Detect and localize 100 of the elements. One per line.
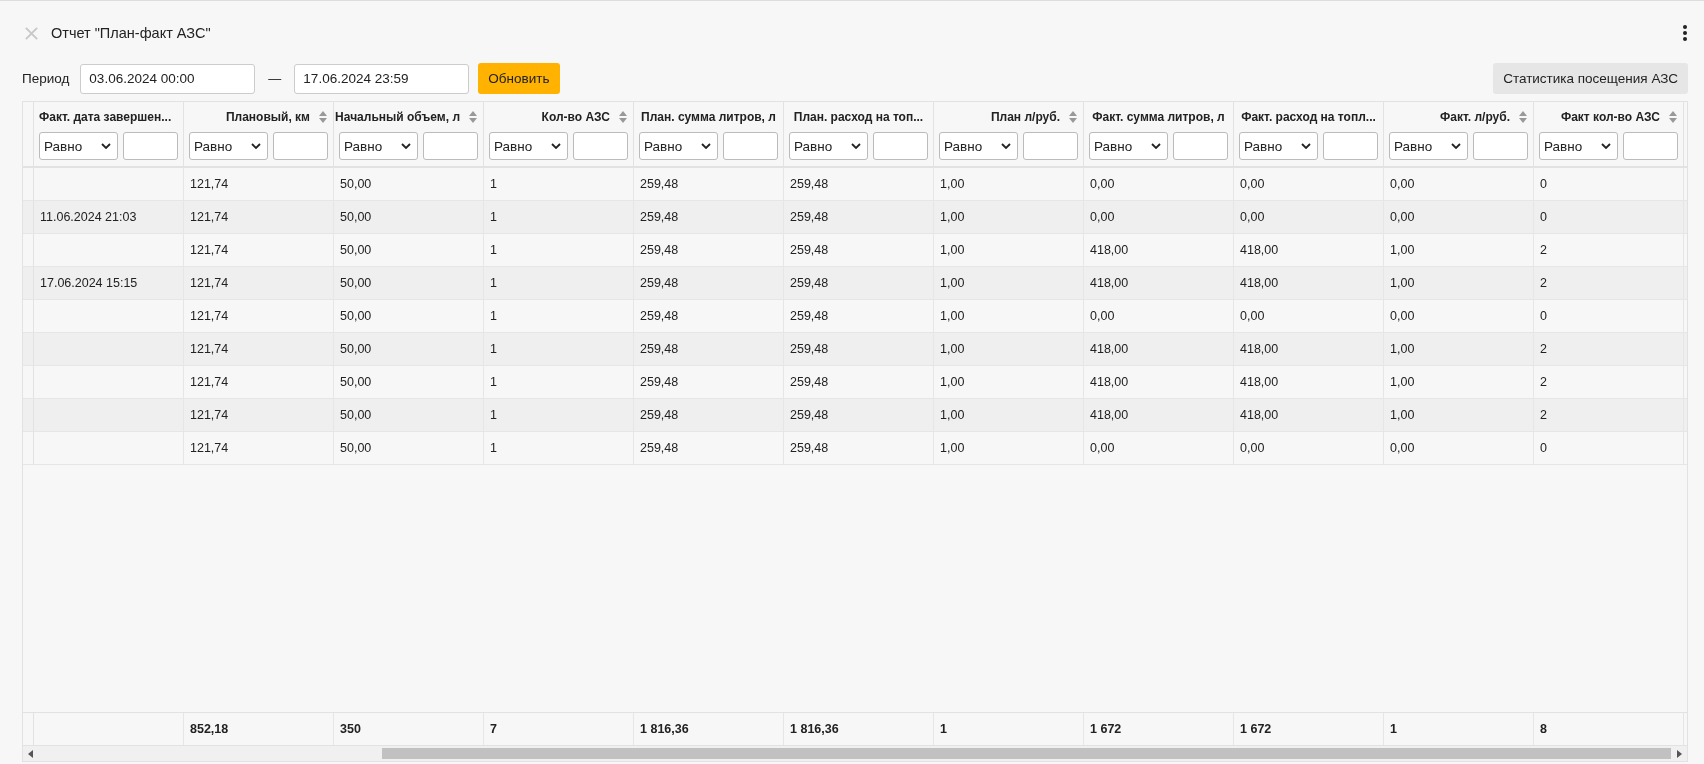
filter-input[interactable] (873, 132, 928, 160)
table-cell: 0 (1540, 309, 1547, 323)
filter-operator-select[interactable]: Равно (1539, 132, 1618, 160)
table-cell: 0,00 (1390, 177, 1415, 191)
table-cell: 0,00 (1390, 441, 1415, 455)
table-cell: 1,00 (1390, 276, 1415, 290)
filter-operator-select[interactable]: Равно (939, 132, 1018, 160)
filter-input[interactable] (723, 132, 778, 160)
filter-operator-select[interactable]: Равно (789, 132, 868, 160)
table-cell: 418,00 (1240, 276, 1279, 290)
table-cell: 418,00 (1240, 243, 1279, 257)
date-from-field[interactable]: 03.06.2024 00:00 (80, 63, 256, 94)
sort-icon[interactable] (469, 111, 477, 123)
close-icon[interactable] (24, 25, 39, 41)
table-cell: 259,48 (790, 177, 829, 191)
total-cell: 1 672 (1240, 722, 1272, 736)
refresh-button[interactable]: Обновить (478, 63, 560, 94)
chevron-down-icon[interactable] (1301, 143, 1311, 149)
filter-input[interactable] (1173, 132, 1228, 160)
column-header[interactable]: План. сумма литров, л (641, 110, 776, 124)
filter-input[interactable] (1623, 132, 1678, 160)
total-cell: 1 816,36 (640, 722, 689, 736)
table-cell: 1,00 (940, 177, 965, 191)
filter-input[interactable] (423, 132, 478, 160)
chevron-down-icon[interactable] (251, 143, 261, 149)
sort-icon[interactable] (619, 111, 627, 123)
scroll-right-icon[interactable] (1676, 749, 1682, 758)
filter-operator-select[interactable]: Равно (339, 132, 418, 160)
table-cell: 121,74 (190, 210, 229, 224)
scroll-left-icon[interactable] (28, 749, 34, 758)
chevron-down-icon[interactable] (551, 143, 561, 149)
table-cell: 259,48 (790, 210, 829, 224)
table-cell: 1,00 (1390, 408, 1415, 422)
column-header[interactable]: План. расход на топ... (793, 110, 924, 124)
column-header[interactable]: Факт кол-во АЗС (1560, 110, 1660, 124)
table-cell: 1,00 (940, 309, 965, 323)
sort-icon[interactable] (319, 111, 327, 123)
table-cell: 259,48 (790, 408, 829, 422)
total-cell: 8 (1540, 722, 1547, 736)
table-cell: 418,00 (1240, 342, 1279, 356)
filter-operator-select[interactable]: Равно (1089, 132, 1168, 160)
column-header[interactable]: План л/руб. (990, 110, 1060, 124)
filter-operator-select[interactable]: Равно (1239, 132, 1318, 160)
sort-icon[interactable] (1669, 111, 1677, 123)
table-cell: 1 (490, 342, 497, 356)
column-header[interactable]: Факт. л/руб. (1440, 110, 1510, 124)
more-options-icon[interactable] (1682, 24, 1688, 42)
filter-input[interactable] (1023, 132, 1078, 160)
column-header[interactable]: Плановый, км (225, 110, 310, 124)
table-cell: 0,00 (1390, 210, 1415, 224)
column-header[interactable]: Кол-во АЗС (541, 110, 610, 124)
table-cell: 0 (1540, 210, 1547, 224)
chevron-down-icon[interactable] (851, 143, 861, 149)
table-cell: 50,00 (340, 375, 372, 389)
table-cell: 0,00 (1090, 309, 1115, 323)
sort-icon[interactable] (1519, 111, 1527, 123)
table-cell: 121,74 (190, 342, 229, 356)
table-cell: 1 (490, 243, 497, 257)
total-cell: 1 (940, 722, 947, 736)
filter-input[interactable] (123, 132, 178, 160)
table-cell: 259,48 (790, 243, 829, 257)
chevron-down-icon[interactable] (101, 143, 111, 149)
filter-operator-select[interactable]: Равно (1389, 132, 1468, 160)
filter-operator-select[interactable]: Равно (639, 132, 718, 160)
table-cell: 2 (1540, 375, 1547, 389)
chevron-down-icon[interactable] (1001, 143, 1011, 149)
date-to-field[interactable]: 17.06.2024 23:59 (294, 63, 470, 94)
stats-button[interactable]: Статистика посещения АЗС (1493, 63, 1688, 94)
table-cell: 259,48 (790, 375, 829, 389)
chevron-down-icon[interactable] (701, 143, 711, 149)
filter-input[interactable] (1473, 132, 1528, 160)
chevron-down-icon[interactable] (401, 143, 411, 149)
column-header[interactable]: Начальный объем, л (335, 110, 460, 124)
filter-input[interactable] (273, 132, 328, 160)
filter-operator-select[interactable]: Равно (489, 132, 568, 160)
chevron-down-icon[interactable] (1601, 143, 1611, 149)
table-cell: 121,74 (190, 276, 229, 290)
table-cell: 50,00 (340, 441, 372, 455)
total-cell: 1 (1390, 722, 1397, 736)
table-cell: 1,00 (1390, 342, 1415, 356)
filter-operator-select[interactable]: Равно (39, 132, 118, 160)
total-cell: 1 672 (1090, 722, 1122, 736)
table-cell: 121,74 (190, 441, 229, 455)
table-cell: 418,00 (1090, 342, 1129, 356)
filter-operator-select[interactable]: Равно (189, 132, 268, 160)
filter-input[interactable] (1323, 132, 1378, 160)
chevron-down-icon[interactable] (1151, 143, 1161, 149)
table-cell: 0,00 (1240, 177, 1265, 191)
table-cell: 121,74 (190, 408, 229, 422)
table-cell: 17.06.2024 15:15 (40, 276, 138, 290)
filter-input[interactable] (573, 132, 628, 160)
column-header[interactable]: Факт. расход на топл... (1241, 110, 1376, 124)
chevron-down-icon[interactable] (1451, 143, 1461, 149)
sort-icon[interactable] (1069, 111, 1077, 123)
table-cell: 259,48 (640, 243, 679, 257)
table-cell: 121,74 (190, 177, 229, 191)
column-header[interactable]: Факт. сумма литров, л (1092, 110, 1225, 124)
table-cell: 259,48 (790, 309, 829, 323)
horizontal-scrollbar[interactable] (23, 746, 1687, 761)
column-header[interactable]: Факт. дата завершен... (39, 110, 172, 124)
